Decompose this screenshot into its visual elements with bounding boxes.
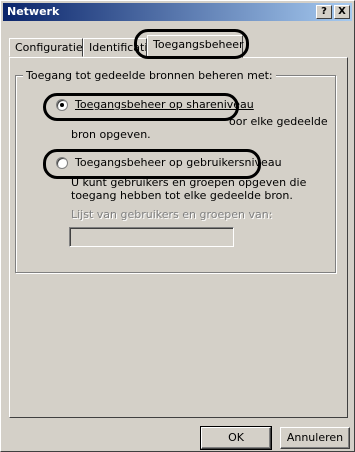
user-level-description: U kunt gebruikers en groepen opgeven die… <box>71 176 336 202</box>
share-level-description-line2: bron opgeven. <box>71 128 151 141</box>
title-buttons: ? X <box>316 5 350 19</box>
user-level-description-line2: toegang hebben tot elke gedeelde bron. <box>71 189 293 202</box>
tab-configuratie-label: Configuratie <box>15 41 83 54</box>
tab-highlight-callout <box>134 29 249 59</box>
access-group-title: Toegang tot gedeelde bronnen beheren met… <box>23 69 276 82</box>
user-list-input[interactable] <box>69 227 234 247</box>
help-button[interactable]: ? <box>316 5 332 19</box>
tab-configuratie[interactable]: Configuratie <box>9 38 83 57</box>
cancel-button[interactable]: Annuleren <box>280 427 350 449</box>
ok-button[interactable]: OK <box>200 426 272 450</box>
share-level-highlight-callout <box>43 93 239 121</box>
window-title: Netwerk <box>7 5 60 18</box>
title-bar[interactable]: Netwerk ? X <box>3 3 352 21</box>
user-list-label: Lijst van gebruikers en groepen van: <box>71 208 273 221</box>
close-button[interactable]: X <box>334 5 350 19</box>
dialog-window: Netwerk ? X Configuratie Identificatie T… <box>0 0 355 452</box>
user-level-highlight-callout <box>43 149 261 179</box>
